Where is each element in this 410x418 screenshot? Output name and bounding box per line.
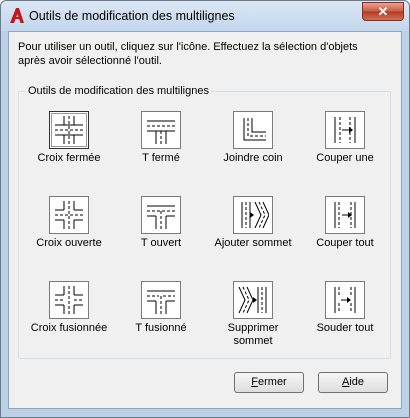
open-cross-icon	[55, 201, 83, 229]
tool-label: Joindre coin	[223, 152, 283, 164]
corner-joint-icon	[243, 118, 266, 141]
instructions-text: Pour utiliser un outil, cliquez sur l'ic…	[18, 41, 358, 67]
tools-group-title: Outils de modification des multilignes	[26, 85, 211, 97]
merged-cross-icon	[55, 286, 83, 314]
tool-label: T ouvert	[140, 237, 182, 249]
close-window-button[interactable]: ✕	[362, 2, 404, 21]
close-button-label: ermer	[258, 376, 287, 388]
cut-all-icon	[334, 202, 356, 228]
tool-label: Couper tout	[316, 237, 374, 249]
tool-label: Supprimer sommet	[227, 322, 279, 347]
help-button-label: ide	[349, 376, 365, 388]
tool-delete-vertex[interactable]: Supprimer sommet	[210, 281, 296, 348]
tool-cut-all[interactable]: Couper tout	[302, 196, 388, 250]
dialog-window: Outils de modification des multilignes ✕…	[0, 0, 410, 418]
closed-cross-icon	[55, 116, 83, 144]
tool-closed-tee[interactable]: T fermé	[118, 111, 204, 165]
tool-closed-cross[interactable]: Croix fermée	[26, 111, 112, 165]
title-bar[interactable]: Outils de modification des multilignes ✕	[1, 1, 409, 31]
add-vertex-icon	[241, 201, 269, 229]
tool-weld-all[interactable]: Souder tout	[302, 281, 388, 335]
tools-group: Outils de modification des multilignes C…	[18, 85, 391, 359]
close-button-mnemonic: F	[251, 376, 258, 388]
tool-label: Croix fusionnée	[30, 322, 108, 334]
tool-label: Croix ouverte	[36, 237, 102, 249]
window-title: Outils de modification des multilignes	[29, 9, 235, 23]
tool-merged-tee[interactable]: T fusionné	[118, 281, 204, 335]
open-tee-icon	[147, 205, 175, 229]
closed-tee-icon	[147, 120, 175, 144]
tool-corner-joint[interactable]: Joindre coin	[210, 111, 296, 165]
close-button[interactable]: Fermer	[234, 372, 304, 393]
help-button[interactable]: Aide	[318, 372, 388, 393]
delete-vertex-icon	[238, 286, 267, 314]
tool-open-cross[interactable]: Croix ouverte	[26, 196, 112, 250]
tool-label: Croix fermée	[37, 152, 101, 164]
dialog-body: Pour utiliser un outil, cliquez sur l'ic…	[8, 31, 402, 409]
tool-label: Ajouter sommet	[214, 237, 292, 249]
autocad-app-icon	[10, 8, 24, 23]
tool-label: Couper une	[316, 152, 374, 164]
weld-all-icon	[334, 287, 356, 313]
tool-label: T fermé	[142, 152, 180, 164]
tool-open-tee[interactable]: T ouvert	[118, 196, 204, 250]
tool-cut-single[interactable]: Couper une	[302, 111, 388, 165]
close-icon: ✕	[377, 3, 389, 19]
merged-tee-icon	[147, 290, 175, 314]
tool-label: Souder tout	[316, 322, 374, 334]
tool-merged-cross[interactable]: Croix fusionnée	[26, 281, 112, 335]
tool-add-vertex[interactable]: Ajouter sommet	[210, 196, 296, 250]
cut-single-icon	[334, 117, 356, 143]
tool-label: T fusionné	[135, 322, 187, 334]
